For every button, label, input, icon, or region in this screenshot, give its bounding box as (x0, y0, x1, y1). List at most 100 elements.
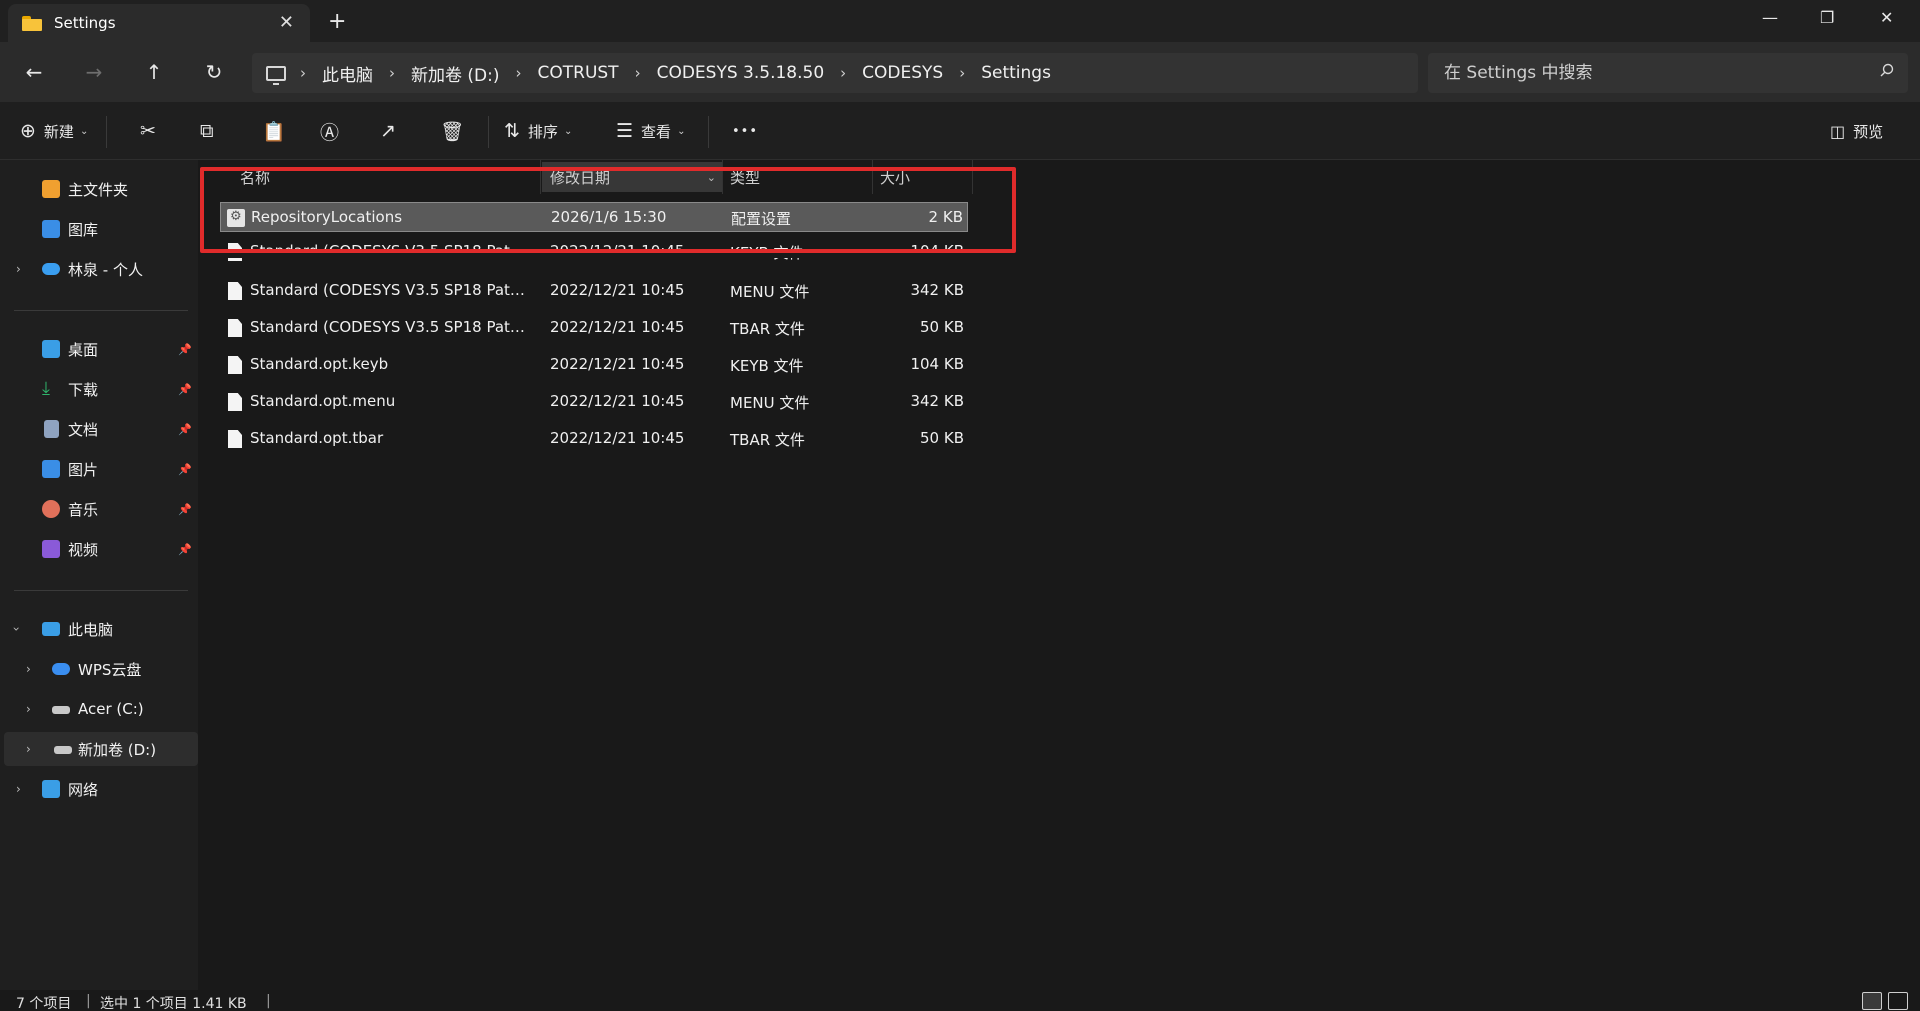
chevron-right-icon[interactable]: › (26, 702, 31, 716)
toolbar-divider (708, 116, 709, 148)
tab-settings[interactable]: Settings ✕ (8, 4, 310, 42)
preview-button[interactable]: ◫ 预览 (1830, 116, 1883, 146)
music-icon (42, 500, 60, 518)
file-size: 104 KB (910, 355, 964, 373)
sidebar-item-documents[interactable]: 文档 📌 (4, 412, 198, 446)
breadcrumb-cotrust[interactable]: COTRUST (538, 63, 619, 83)
status-divider: | (266, 993, 271, 1009)
up-icon[interactable]: ↑ (138, 56, 170, 88)
search-icon[interactable] (1880, 63, 1894, 77)
sidebar-item-desktop[interactable]: 桌面 📌 (4, 332, 198, 366)
breadcrumb-settings[interactable]: Settings (981, 63, 1051, 83)
paste-button[interactable]: 📋 (262, 116, 294, 146)
file-date: 2022/12/21 10:45 (550, 355, 685, 373)
navigation-bar: ← → ↑ ↻ › 此电脑 › 新加卷 (D:) › COTRUST › COD… (0, 42, 1920, 102)
new-button[interactable]: ⊕ 新建 ⌄ (20, 116, 88, 146)
file-icon (228, 282, 242, 300)
sidebar-item-videos[interactable]: 视频 📌 (4, 532, 198, 566)
address-bar[interactable]: › 此电脑 › 新加卷 (D:) › COTRUST › CODESYS 3.5… (252, 53, 1418, 93)
sidebar-item-label: 下载 (68, 380, 99, 399)
refresh-icon[interactable]: ↻ (198, 56, 230, 88)
chevron-down-icon: ⌄ (79, 125, 89, 137)
file-type: TBAR 文件 (730, 431, 805, 449)
pin-icon[interactable]: 📌 (178, 423, 192, 436)
sidebar-item-network[interactable]: › 网络 (4, 772, 198, 806)
new-tab-icon[interactable]: + (328, 9, 346, 34)
delete-button[interactable]: 🗑 (440, 116, 472, 146)
sidebar-item-label: 图片 (68, 460, 99, 479)
breadcrumb-codesys[interactable]: CODESYS (862, 63, 943, 83)
cut-button[interactable]: ✂ (140, 116, 164, 146)
sidebar-item-label: 林泉 - 个人 (68, 260, 143, 279)
status-selection: 选中 1 个项目 1.41 KB (100, 996, 247, 1011)
sidebar-item-gallery[interactable]: 图库 (4, 212, 198, 246)
sidebar-item-label: 主文件夹 (68, 180, 129, 199)
navigation-pane: 主文件夹 图库 › 林泉 - 个人 桌面 📌 ⤓ 下载 📌 文档 📌 图片 📌 … (0, 160, 198, 990)
sidebar-item-downloads[interactable]: ⤓ 下载 📌 (4, 372, 198, 406)
breadcrumb-codesys-version[interactable]: CODESYS 3.5.18.50 (657, 63, 825, 83)
table-row[interactable]: Standard.opt.keyb 2022/12/21 10:45 KEYB … (220, 350, 968, 380)
copy-button[interactable]: ⧉ (200, 116, 222, 146)
rename-icon: Ⓐ (320, 121, 340, 144)
breadcrumb-chevron-icon[interactable]: › (300, 64, 306, 82)
breadcrumb-chevron-icon[interactable]: › (635, 64, 641, 82)
tab-title: Settings (54, 14, 116, 32)
chevron-right-icon[interactable]: › (26, 662, 31, 676)
pin-icon[interactable]: 📌 (178, 503, 192, 516)
computer-icon[interactable] (266, 65, 286, 85)
table-row[interactable]: Standard.opt.tbar 2022/12/21 10:45 TBAR … (220, 424, 968, 454)
breadcrumb-chevron-icon[interactable]: › (389, 64, 395, 82)
chevron-right-icon[interactable]: › (26, 742, 31, 756)
tab-close-icon[interactable]: ✕ (279, 12, 294, 33)
file-date: 2022/12/21 10:45 (550, 281, 685, 299)
status-divider: | (86, 993, 91, 1009)
pin-icon[interactable]: 📌 (178, 463, 192, 476)
file-icon (228, 430, 242, 448)
share-button[interactable]: ↗ (380, 116, 404, 146)
minimize-icon[interactable]: — (1762, 8, 1778, 27)
table-row[interactable]: Standard (CODESYS V3.5 SP18 Patch ... 20… (220, 276, 968, 306)
file-name: Standard (CODESYS V3.5 SP18 Patch ... (250, 318, 530, 336)
breadcrumb-drive-d[interactable]: 新加卷 (D:) (411, 61, 500, 86)
rename-button[interactable]: Ⓐ (320, 116, 347, 146)
file-date: 2022/12/21 10:45 (550, 318, 685, 336)
more-button[interactable]: ••• (732, 116, 758, 146)
breadcrumb-chevron-icon[interactable]: › (959, 64, 965, 82)
tiles-view-icon[interactable] (1888, 992, 1908, 1010)
sidebar-item-onedrive[interactable]: › 林泉 - 个人 (4, 252, 198, 286)
chevron-right-icon[interactable]: › (16, 262, 21, 276)
sidebar-item-drive-d[interactable]: › 新加卷 (D:) (4, 732, 198, 766)
restore-icon[interactable]: ❐ (1820, 8, 1834, 27)
sidebar-item-home[interactable]: 主文件夹 (4, 172, 198, 206)
window-close-icon[interactable]: ✕ (1880, 8, 1893, 27)
forward-icon[interactable]: → (78, 56, 110, 88)
sidebar-item-wps-cloud[interactable]: › WPS云盘 (4, 652, 198, 686)
file-explorer-window: Settings ✕ + — ❐ ✕ ← → ↑ ↻ › 此电脑 › 新加卷 (… (0, 0, 1920, 1011)
pin-icon[interactable]: 📌 (178, 543, 192, 556)
pin-icon[interactable]: 📌 (178, 383, 192, 396)
sidebar-item-drive-c[interactable]: › Acer (C:) (4, 692, 198, 726)
sidebar-item-music[interactable]: 音乐 📌 (4, 492, 198, 526)
details-view-icon[interactable] (1862, 992, 1882, 1010)
view-button[interactable]: ☰ 查看 ⌄ (616, 116, 685, 146)
chevron-right-icon[interactable]: › (16, 782, 21, 796)
back-icon[interactable]: ← (18, 56, 50, 88)
breadcrumb-chevron-icon[interactable]: › (840, 64, 846, 82)
sort-button[interactable]: ⇅ 排序 ⌄ (504, 116, 572, 146)
search-input[interactable] (1428, 53, 1868, 93)
breadcrumb-this-pc[interactable]: 此电脑 (322, 61, 373, 86)
breadcrumb-chevron-icon[interactable]: › (516, 64, 522, 82)
chevron-down-icon[interactable]: › (9, 627, 23, 632)
sidebar-item-pictures[interactable]: 图片 📌 (4, 452, 198, 486)
cut-icon: ✂ (140, 120, 156, 142)
table-row[interactable]: Standard (CODESYS V3.5 SP18 Patch ... 20… (220, 313, 968, 343)
sidebar-item-label: 网络 (68, 780, 99, 799)
pin-icon[interactable]: 📌 (178, 343, 192, 356)
table-row[interactable]: Standard.opt.menu 2022/12/21 10:45 MENU … (220, 387, 968, 417)
search-box[interactable] (1428, 53, 1908, 93)
sidebar-divider (14, 590, 188, 591)
sidebar-item-this-pc[interactable]: › 此电脑 (4, 612, 198, 646)
copy-icon: ⧉ (200, 120, 214, 142)
more-icon: ••• (732, 123, 759, 139)
file-size: 342 KB (910, 392, 964, 410)
